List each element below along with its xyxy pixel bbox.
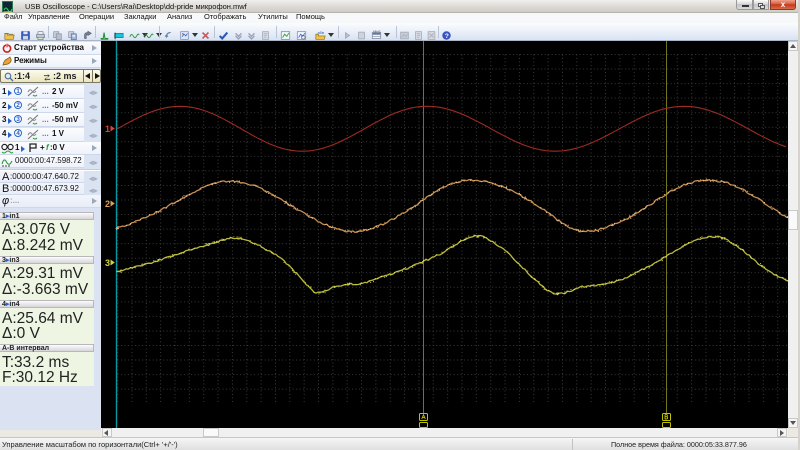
svg-text:абв: абв — [318, 31, 324, 35]
svg-text:1: 1 — [105, 124, 110, 134]
svg-text:2: 2 — [105, 199, 110, 209]
svg-text:AB+E: AB+E — [373, 30, 381, 33]
svg-text:?: ? — [445, 33, 449, 40]
svg-text:3: 3 — [105, 258, 110, 268]
